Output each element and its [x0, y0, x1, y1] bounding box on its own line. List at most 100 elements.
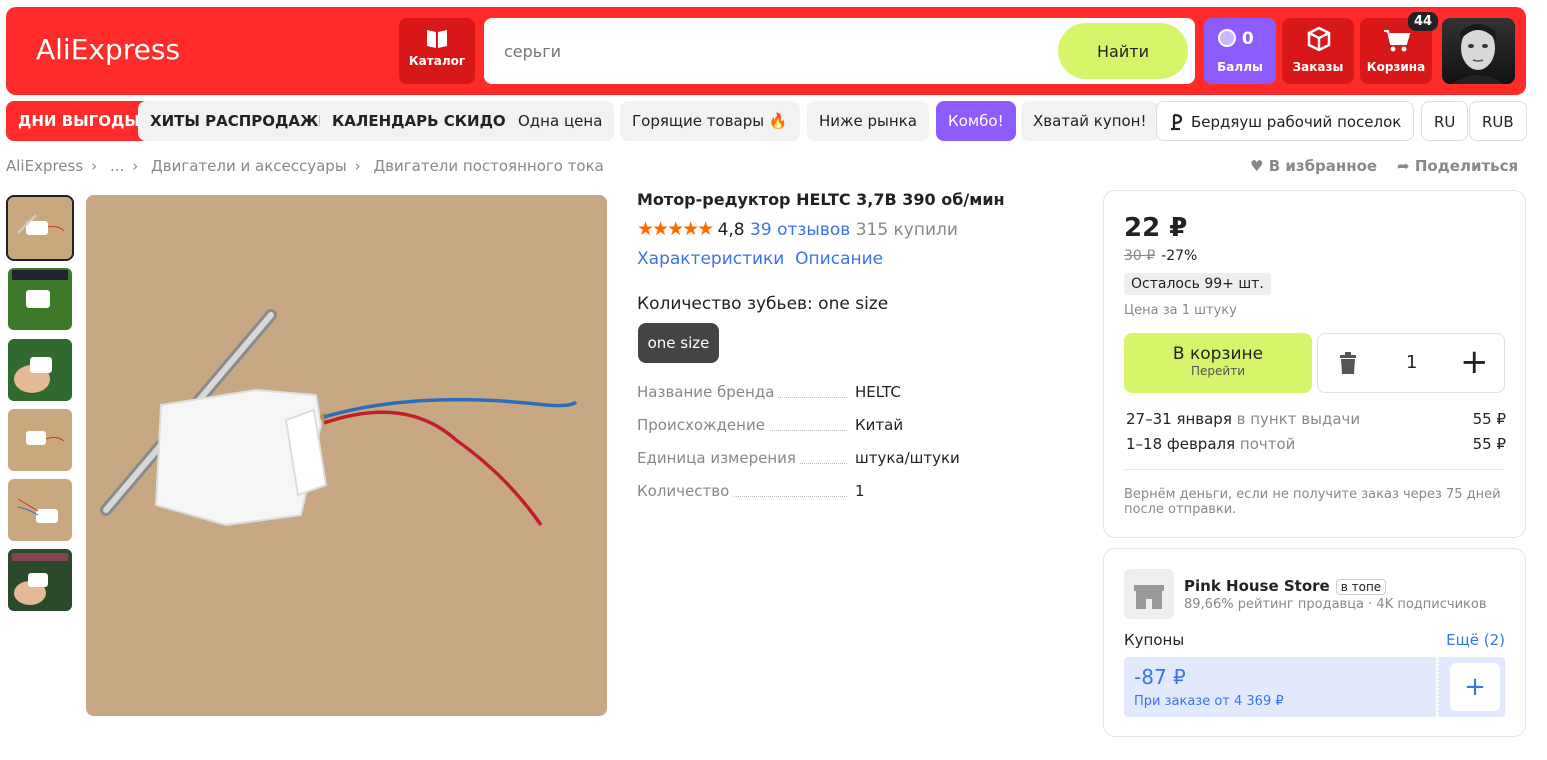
cart-icon — [1384, 30, 1411, 52]
plus-icon[interactable]: + — [1460, 342, 1489, 382]
promo-chip-days[interactable]: ДНИ ВЫГОДЫ — [6, 101, 152, 141]
store-meta: 89,66% рейтинг продавца · 4K подписчиков — [1184, 597, 1487, 612]
spec-value: штука/штуки — [855, 449, 960, 467]
location-label: Бердяуш рабочий поселок — [1191, 113, 1402, 131]
spec-key: Название бренда — [637, 383, 779, 401]
spec-row: Происхождение Китай — [637, 416, 1057, 449]
product-links: Характеристики Описание — [637, 249, 883, 269]
catalog-button[interactable]: Каталог — [399, 18, 475, 84]
location-pin-icon — [1171, 113, 1183, 131]
share-label: Поделиться — [1414, 157, 1519, 175]
bought-count: 315 купили — [855, 220, 958, 240]
language-selector[interactable]: RU — [1421, 101, 1469, 141]
delivery-method: в пункт выдачи — [1236, 410, 1361, 428]
thumbnail-2[interactable] — [8, 268, 72, 330]
user-avatar[interactable] — [1442, 18, 1515, 84]
aliexpress-logo[interactable]: AliExpress — [36, 33, 180, 66]
bonus-label: Баллы — [1217, 60, 1263, 74]
stock-badge: Осталось 99+ шт. — [1124, 273, 1271, 295]
breadcrumb-item[interactable]: ... — [110, 157, 124, 175]
discount-percent: -27% — [1161, 248, 1198, 264]
product-main-image[interactable] — [86, 195, 607, 716]
gear-motor-photo — [86, 195, 607, 716]
coin-icon — [1218, 29, 1236, 47]
promo-chip-calendar[interactable]: КАЛЕНДАРЬ СКИДОК — [320, 101, 530, 141]
delivery-price: 55 ₽ — [1472, 410, 1506, 428]
breadcrumb-item[interactable]: Двигатели постоянного тока — [373, 157, 603, 175]
promo-chip-combo[interactable]: Комбо! — [936, 101, 1016, 141]
quantity-value[interactable]: 1 — [1406, 352, 1417, 373]
coupon-amount: -87 ₽ — [1134, 665, 1186, 689]
orders-label: Заказы — [1292, 60, 1344, 74]
thumbnail-1[interactable] — [6, 195, 74, 261]
catalog-label: Каталог — [408, 54, 466, 68]
favorite-button[interactable]: ♥ В избранное — [1250, 157, 1377, 175]
rating-row: ★★★★★ 4,8 39 отзывов 315 купили — [637, 218, 958, 240]
spec-row: Название бренда HELTC — [637, 383, 1057, 416]
add-coupon-button[interactable]: + — [1450, 663, 1500, 711]
spec-key: Количество — [637, 482, 734, 500]
spec-key: Единица измерения — [637, 449, 800, 467]
specs-link[interactable]: Характеристики — [637, 249, 784, 269]
search-input[interactable] — [504, 38, 1044, 64]
promo-chip-coupon[interactable]: Хватай купон! — [1021, 101, 1159, 141]
spec-key: Происхождение — [637, 416, 769, 434]
orders-button[interactable]: Заказы — [1282, 18, 1354, 84]
spec-row: Единица измерения штука/штуки — [637, 449, 1057, 482]
store-name[interactable]: Pink House Store в топе — [1184, 577, 1387, 595]
spec-row: Количество 1 — [637, 482, 1057, 515]
delivery-option: 1–18 февраля почтой 55 ₽ — [1126, 435, 1506, 453]
bonus-button[interactable]: 0 Баллы — [1204, 18, 1276, 84]
spec-value: HELTC — [855, 383, 901, 401]
thumbnail-5[interactable] — [8, 479, 72, 541]
delivery-date: 1–18 февраля — [1126, 435, 1236, 453]
delivery-price: 55 ₽ — [1472, 435, 1506, 453]
promo-chip-hot[interactable]: Горящие товары 🔥 — [620, 101, 800, 141]
description-link[interactable]: Описание — [795, 249, 883, 269]
option-chip-one-size[interactable]: one size — [638, 323, 719, 363]
delivery-date: 27–31 января — [1126, 410, 1232, 428]
specs-list: Название бренда HELTC Происхождение Китай … — [637, 383, 1057, 515]
thumbnail-3[interactable] — [8, 339, 72, 401]
in-cart-button[interactable]: В корзине Перейти — [1124, 333, 1312, 393]
bonus-count: 0 — [1241, 29, 1254, 49]
favorite-label: В избранное — [1268, 157, 1378, 175]
share-arrow-icon: ➦ — [1397, 157, 1410, 175]
divider — [1124, 469, 1505, 470]
promo-chip-hits[interactable]: ХИТЫ РАСПРОДАЖИ — [138, 101, 343, 141]
thumbnail-6[interactable] — [8, 549, 72, 611]
location-selector[interactable]: Бердяуш рабочий поселок — [1156, 101, 1415, 141]
quantity-stepper: 1 + — [1317, 333, 1505, 393]
header-bar: AliExpress Каталог Найти 0 Баллы Заказы … — [6, 7, 1526, 95]
share-button[interactable]: ➦ Поделиться — [1397, 157, 1518, 175]
option-label: Количество зубьев: one size — [637, 294, 889, 314]
more-coupons-link[interactable]: Ещё (2) — [1446, 631, 1505, 649]
thumbnail-4[interactable] — [8, 409, 72, 471]
currency-selector[interactable]: RUB — [1469, 101, 1527, 141]
trash-icon[interactable] — [1338, 352, 1358, 374]
search-button[interactable]: Найти — [1058, 23, 1188, 79]
reviews-link[interactable]: 39 отзывов — [750, 220, 850, 240]
price: 22 ₽ — [1124, 213, 1188, 243]
motor-thumbnail-image — [17, 498, 58, 523]
coupon-card: -87 ₽ При заказе от 4 369 ₽ — [1124, 657, 1436, 717]
old-price: 30 ₽ — [1124, 248, 1156, 264]
coupon-condition: При заказе от 4 369 ₽ — [1134, 694, 1284, 709]
search-box: Найти — [484, 18, 1195, 84]
motor-hand-image — [12, 270, 68, 308]
store-box: Pink House Store в топе 89,66% рейтинг пр… — [1103, 548, 1526, 737]
store-icon[interactable] — [1124, 569, 1174, 619]
promo-chip-one-price[interactable]: Одна цена — [506, 101, 615, 141]
rating-value: 4,8 — [717, 220, 745, 240]
box-icon — [1307, 26, 1331, 52]
book-icon — [427, 30, 447, 48]
motor-thumbnail-image — [26, 431, 65, 445]
refund-note: Вернём деньги, если не получите заказ че… — [1124, 487, 1501, 517]
product-title: Мотор-редуктор HELTC 3,7В 390 об/мин — [637, 190, 1005, 209]
motor-hand-image — [12, 553, 68, 605]
promo-chip-below-market[interactable]: Ниже рынка — [807, 101, 929, 141]
breadcrumb-item[interactable]: AliExpress — [6, 157, 83, 175]
breadcrumb-item[interactable]: Двигатели и аксессуары — [151, 157, 347, 175]
cart-label: Корзина — [1366, 60, 1426, 74]
heart-icon: ♥ — [1250, 157, 1264, 175]
